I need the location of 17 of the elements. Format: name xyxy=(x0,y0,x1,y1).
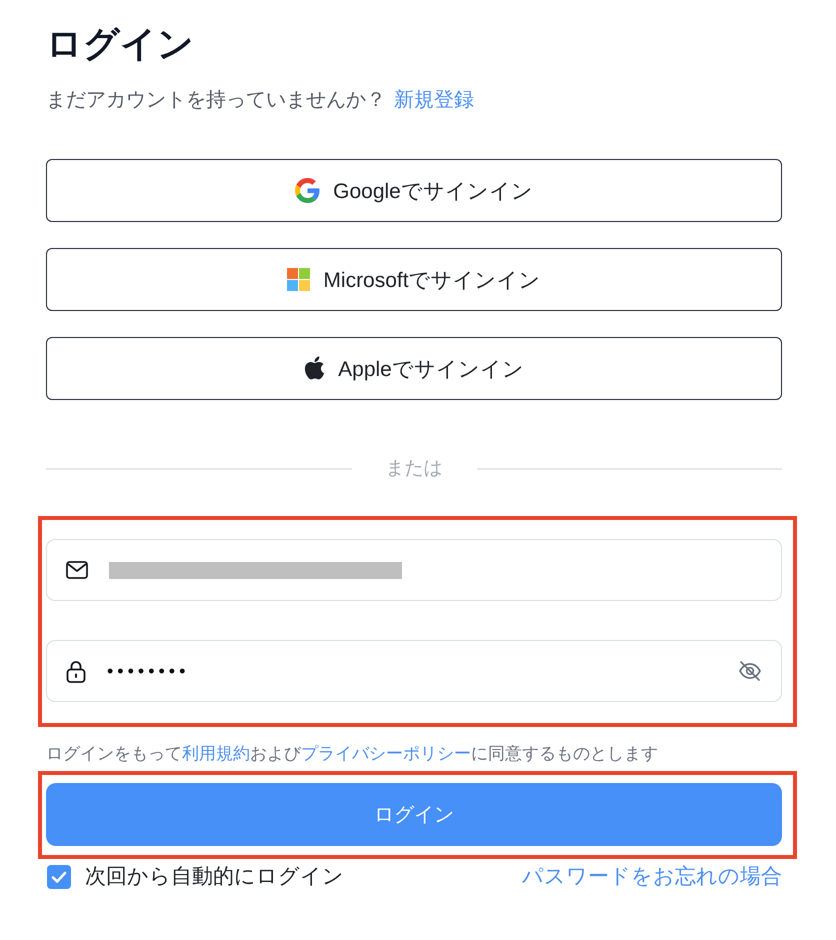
terms-text: ログインをもって利用規約およびプライバシーポリシーに同意するものとします xyxy=(46,743,659,765)
four-squares-icon xyxy=(287,268,310,291)
apple-icon xyxy=(304,356,326,381)
lock-icon xyxy=(66,660,86,682)
apple-sign-in-button[interactable]: Appleでサインイン xyxy=(46,337,782,400)
microsoft-sign-in-button[interactable]: Microsoftでサインイン xyxy=(46,248,782,311)
checkbox[interactable] xyxy=(47,865,71,889)
divider-label: または xyxy=(386,457,442,481)
google-sign-in-button[interactable]: Googleでサインイン xyxy=(46,159,782,222)
email-field[interactable] xyxy=(46,539,782,601)
page-title: ログイン xyxy=(46,22,194,65)
mail-icon xyxy=(66,561,88,579)
password-field[interactable]: •••••••• xyxy=(46,640,782,702)
google-icon xyxy=(295,178,320,203)
remember-me-label[interactable]: 次回から自動的にログイン xyxy=(85,863,344,891)
signup-prompt: まだアカウントを持っていませんか？ xyxy=(46,88,386,113)
eye-off-icon[interactable] xyxy=(738,659,762,683)
